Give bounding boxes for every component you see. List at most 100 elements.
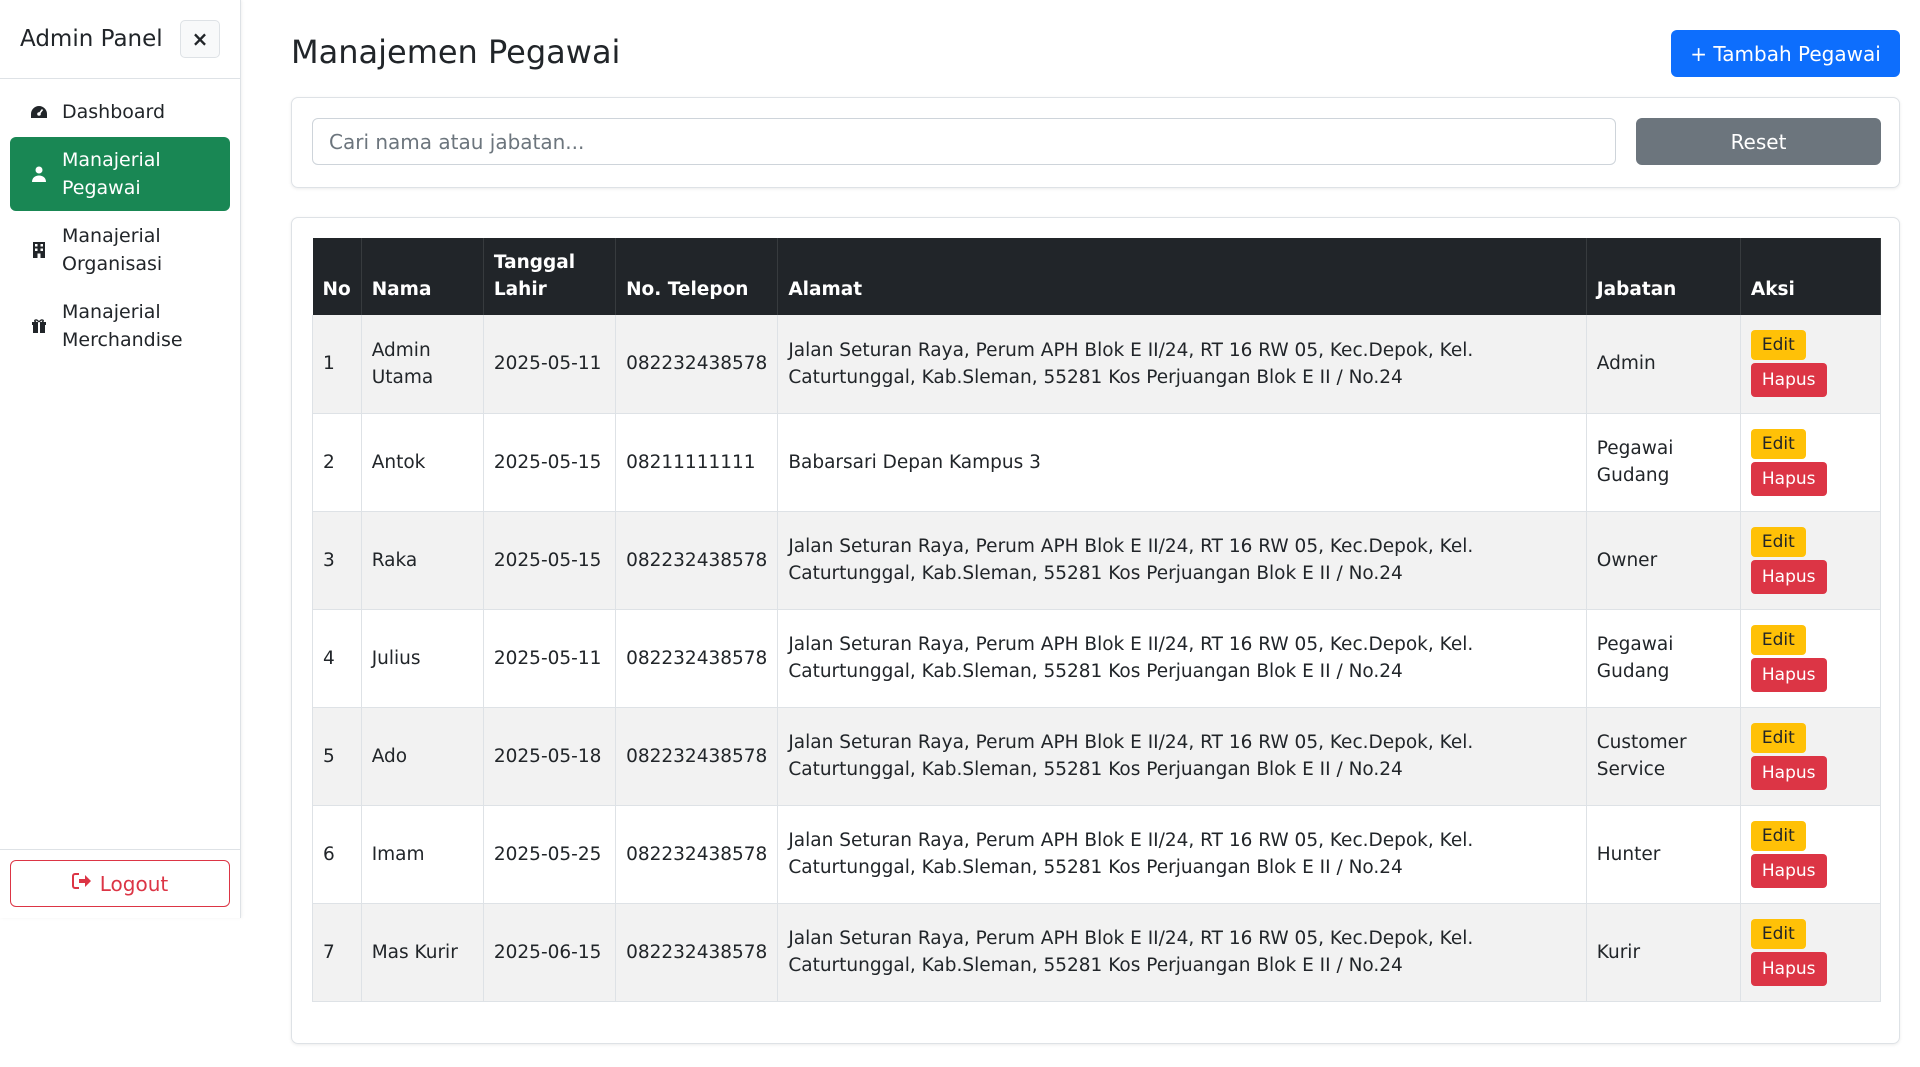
edit-button[interactable]: Edit — [1750, 526, 1806, 557]
cell-no: 4 — [312, 609, 362, 708]
cell-telepon: 082232438578 — [615, 707, 779, 806]
building-icon — [28, 242, 50, 258]
cell-aksi: Edit Hapus — [1740, 707, 1882, 806]
row-actions: Edit Hapus — [1750, 428, 1870, 496]
column-header-alamat: Alamat — [777, 238, 1587, 315]
sidebar-item-pegawai[interactable]: Manajerial Pegawai — [10, 137, 230, 211]
column-header-jabatan: Jabatan — [1586, 238, 1741, 315]
table-row: 3 Raka 2025-05-15 082232438578 Jalan Seturan… — [312, 511, 1882, 610]
cell-aksi: Edit Hapus — [1740, 511, 1882, 610]
cell-alamat: Babarsari Depan Kampus 3 — [777, 413, 1587, 512]
sidebar-item-label: Manajerial Merchandise — [62, 301, 183, 351]
search-input[interactable] — [312, 118, 1616, 165]
page-title: Manajemen Pegawai — [291, 33, 621, 71]
row-actions: Edit Hapus — [1750, 330, 1870, 398]
gift-icon — [28, 319, 50, 333]
cell-no: 1 — [312, 315, 362, 414]
cell-aksi: Edit Hapus — [1740, 609, 1882, 708]
cell-no: 2 — [312, 413, 362, 512]
cell-nama: Mas Kurir — [361, 903, 484, 1002]
cell-telepon: 08211111111 — [615, 413, 779, 512]
cell-nama: Admin Utama — [361, 315, 484, 414]
cell-nama: Antok — [361, 413, 484, 512]
cell-jabatan: Hunter — [1586, 805, 1741, 904]
table-header: No Nama Tanggal Lahir No. Telepon Alamat… — [312, 238, 1882, 315]
edit-button[interactable]: Edit — [1750, 918, 1806, 949]
cell-tanggal-lahir: 2025-05-18 — [483, 707, 617, 806]
cell-aksi: Edit Hapus — [1740, 413, 1882, 512]
cell-aksi: Edit Hapus — [1740, 903, 1882, 1002]
column-header-tanggal-lahir: Tanggal Lahir — [483, 238, 617, 315]
cell-no: 6 — [312, 805, 362, 904]
edit-button[interactable]: Edit — [1750, 722, 1806, 753]
column-header-aksi: Aksi — [1740, 238, 1882, 315]
cell-alamat: Jalan Seturan Raya, Perum APH Blok E II/… — [777, 511, 1587, 610]
logout-label: Logout — [99, 871, 169, 896]
cell-jabatan: Customer Service — [1586, 707, 1741, 806]
cell-aksi: Edit Hapus — [1740, 805, 1882, 904]
logout-button[interactable]: Logout — [10, 860, 230, 907]
row-actions: Edit Hapus — [1750, 918, 1870, 986]
cell-aksi: Edit Hapus — [1740, 315, 1882, 414]
add-employee-button[interactable]: + Tambah Pegawai — [1671, 30, 1900, 77]
cell-telepon: 082232438578 — [615, 315, 779, 414]
row-actions: Edit Hapus — [1750, 624, 1870, 692]
row-actions: Edit Hapus — [1750, 820, 1870, 888]
search-card: Reset — [291, 97, 1900, 188]
delete-button[interactable]: Hapus — [1750, 951, 1827, 986]
sidebar: Admin Panel × Dashboard Manajerial Pegaw… — [0, 0, 241, 918]
table-row: 1 Admin Utama 2025-05-11 082232438578 Jalan … — [312, 315, 1882, 414]
cell-alamat: Jalan Seturan Raya, Perum APH Blok E II/… — [777, 315, 1587, 414]
cell-no: 5 — [312, 707, 362, 806]
user-icon — [28, 166, 50, 182]
employee-table: No Nama Tanggal Lahir No. Telepon Alamat… — [312, 238, 1882, 1002]
cell-jabatan: Pegawai Gudang — [1586, 609, 1741, 708]
cell-tanggal-lahir: 2025-05-15 — [483, 413, 617, 512]
sidebar-item-label: Manajerial Organisasi — [62, 225, 163, 275]
delete-button[interactable]: Hapus — [1750, 657, 1827, 692]
reset-button[interactable]: Reset — [1636, 118, 1881, 165]
column-header-nama: Nama — [361, 238, 484, 315]
cell-tanggal-lahir: 2025-06-15 — [483, 903, 617, 1002]
dashboard-icon — [28, 104, 50, 120]
sidebar-item-label: Dashboard — [62, 101, 166, 123]
cell-no: 3 — [312, 511, 362, 610]
sidebar-item-label: Manajerial Pegawai — [62, 149, 161, 199]
edit-button[interactable]: Edit — [1750, 820, 1806, 851]
table-card: No Nama Tanggal Lahir No. Telepon Alamat… — [291, 217, 1900, 1044]
cell-jabatan: Admin — [1586, 315, 1741, 414]
delete-button[interactable]: Hapus — [1750, 559, 1827, 594]
table-row: 5 Ado 2025-05-18 082232438578 Jalan Seturan … — [312, 707, 1882, 806]
cell-alamat: Jalan Seturan Raya, Perum APH Blok E II/… — [777, 609, 1587, 708]
cell-nama: Julius — [361, 609, 484, 708]
delete-button[interactable]: Hapus — [1750, 461, 1827, 496]
row-actions: Edit Hapus — [1750, 722, 1870, 790]
delete-button[interactable]: Hapus — [1750, 853, 1827, 888]
delete-button[interactable]: Hapus — [1750, 755, 1827, 790]
sidebar-nav: Dashboard Manajerial Pegawai Manajerial … — [0, 79, 240, 363]
cell-nama: Raka — [361, 511, 484, 610]
cell-jabatan: Kurir — [1586, 903, 1741, 1002]
delete-button[interactable]: Hapus — [1750, 363, 1827, 398]
cell-telepon: 082232438578 — [615, 609, 779, 708]
table-row: 2 Antok 2025-05-15 08211111111 Babarsari Dep… — [312, 413, 1882, 512]
cell-jabatan: Pegawai Gudang — [1586, 413, 1741, 512]
edit-button[interactable]: Edit — [1750, 428, 1806, 459]
close-sidebar-button[interactable]: × — [180, 20, 220, 58]
edit-button[interactable]: Edit — [1750, 330, 1806, 361]
cell-no: 7 — [312, 903, 362, 1002]
brand-title: Admin Panel — [20, 26, 163, 52]
cell-tanggal-lahir: 2025-05-11 — [483, 315, 617, 414]
sidebar-item-dashboard[interactable]: Dashboard — [10, 89, 230, 135]
cell-tanggal-lahir: 2025-05-25 — [483, 805, 617, 904]
cell-alamat: Jalan Seturan Raya, Perum APH Blok E II/… — [777, 707, 1587, 806]
sidebar-item-organisasi[interactable]: Manajerial Organisasi — [10, 213, 230, 287]
cell-jabatan: Owner — [1586, 511, 1741, 610]
sidebar-footer: Logout — [0, 849, 240, 917]
cell-alamat: Jalan Seturan Raya, Perum APH Blok E II/… — [777, 903, 1587, 1002]
sidebar-item-merchandise[interactable]: Manajerial Merchandise — [10, 289, 230, 363]
cell-tanggal-lahir: 2025-05-15 — [483, 511, 617, 610]
edit-button[interactable]: Edit — [1750, 624, 1806, 655]
table-row: 6 Imam 2025-05-25 082232438578 Jalan Seturan… — [312, 805, 1882, 904]
cell-nama: Ado — [361, 707, 484, 806]
